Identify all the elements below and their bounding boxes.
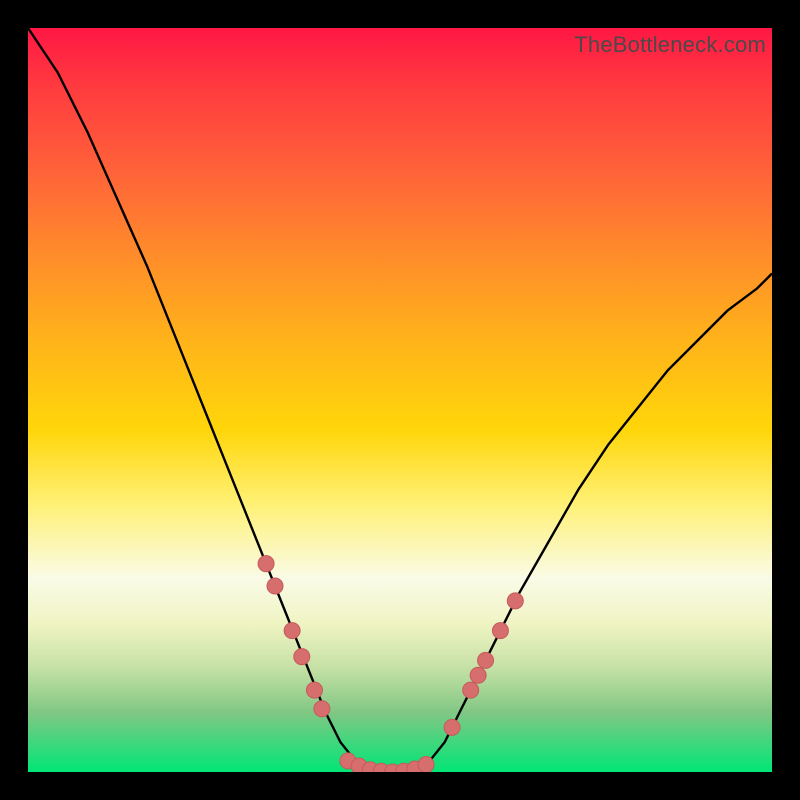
marker-group (258, 556, 523, 772)
data-marker (294, 649, 310, 665)
bottleneck-curve (28, 28, 772, 772)
outer-frame: TheBottleneck.com (0, 0, 800, 800)
data-marker (478, 652, 494, 668)
plot-area: TheBottleneck.com (28, 28, 772, 772)
data-marker (306, 682, 322, 698)
data-marker (444, 719, 460, 735)
data-marker (418, 757, 434, 772)
data-marker (284, 623, 300, 639)
data-marker (267, 578, 283, 594)
data-marker (314, 701, 330, 717)
data-marker (258, 556, 274, 572)
data-marker (470, 667, 486, 683)
data-marker (463, 682, 479, 698)
data-marker (492, 623, 508, 639)
curve-layer (28, 28, 772, 772)
data-marker (507, 593, 523, 609)
